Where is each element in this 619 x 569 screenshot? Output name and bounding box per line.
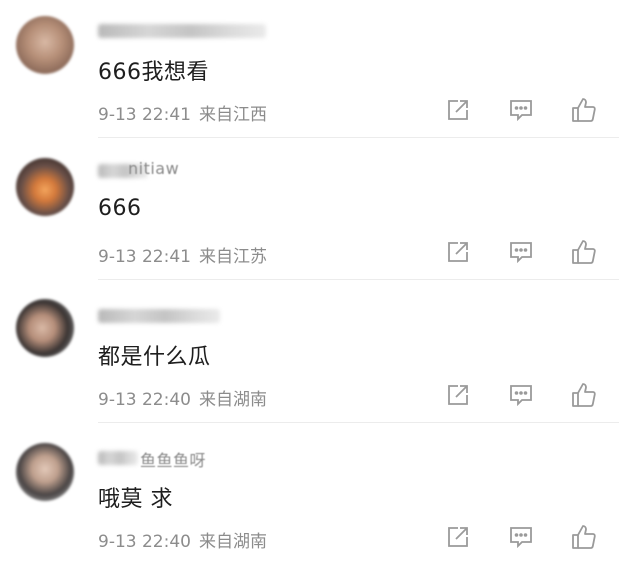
comment-item: 都是什么瓜 9-13 22:40 来自湖南: [0, 285, 619, 427]
comment-text: 哦莫 求: [98, 487, 173, 512]
avatar[interactable]: [16, 158, 74, 216]
thumbs-up-icon: [572, 240, 596, 264]
comment-text: 666我想看: [98, 60, 209, 85]
thumbs-up-icon: [572, 98, 596, 122]
comment-meta: 9-13 22:40 来自湖南: [98, 527, 267, 552]
reply-button[interactable]: [506, 95, 536, 125]
comment-time: 9-13 22:40: [98, 390, 191, 410]
comment-actions: [443, 237, 599, 267]
divider: [98, 137, 619, 138]
comment-meta: 9-13 22:41 来自江西: [98, 100, 267, 125]
comment-icon: [510, 527, 532, 549]
like-button[interactable]: [569, 95, 599, 125]
username-tail[interactable]: nitiaw: [128, 159, 179, 178]
reply-button[interactable]: [506, 380, 536, 410]
username-redacted[interactable]: [98, 451, 138, 465]
comment-text: 666: [98, 196, 142, 221]
comment-location: 来自湖南: [198, 532, 267, 552]
divider: [98, 279, 619, 280]
share-button[interactable]: [443, 95, 473, 125]
comment-time: 9-13 22:41: [98, 247, 191, 267]
reply-button[interactable]: [506, 522, 536, 552]
comment-item: nitiaw 666 9-13 22:41 来自江苏: [0, 142, 619, 284]
like-button[interactable]: [569, 237, 599, 267]
comment-location: 来自江西: [198, 105, 267, 125]
comment-actions: [443, 522, 599, 552]
reply-button[interactable]: [506, 237, 536, 267]
like-button[interactable]: [569, 522, 599, 552]
avatar[interactable]: [16, 299, 74, 357]
comment-text: 都是什么瓜: [98, 345, 211, 370]
comment-meta: 9-13 22:40 来自湖南: [98, 385, 267, 410]
share-button[interactable]: [443, 522, 473, 552]
comment-actions: [443, 380, 599, 410]
username-tail[interactable]: 鱼鱼鱼呀: [140, 447, 206, 471]
comment-location: 来自江苏: [198, 247, 267, 267]
comment-actions: [443, 95, 599, 125]
comment-meta: 9-13 22:41 来自江苏: [98, 242, 267, 267]
thumbs-up-icon: [572, 525, 596, 549]
username-redacted[interactable]: [98, 24, 266, 38]
comment-icon: [510, 242, 532, 264]
comment-time: 9-13 22:40: [98, 532, 191, 552]
comment-location: 来自湖南: [198, 390, 267, 410]
comment-time: 9-13 22:41: [98, 105, 191, 125]
comment-item: 鱼鱼鱼呀 哦莫 求 9-13 22:40 来自湖南: [0, 427, 619, 569]
share-icon: [448, 100, 468, 120]
avatar[interactable]: [16, 443, 74, 501]
like-button[interactable]: [569, 380, 599, 410]
share-icon: [448, 527, 468, 547]
avatar[interactable]: [16, 16, 74, 74]
divider: [98, 422, 619, 423]
comment-item: 666我想看 9-13 22:41 来自江西: [0, 0, 619, 142]
comment-icon: [510, 385, 532, 407]
share-button[interactable]: [443, 237, 473, 267]
share-icon: [448, 242, 468, 262]
share-icon: [448, 385, 468, 405]
thumbs-up-icon: [572, 383, 596, 407]
comment-icon: [510, 100, 532, 122]
username-redacted[interactable]: [98, 309, 220, 323]
share-button[interactable]: [443, 380, 473, 410]
